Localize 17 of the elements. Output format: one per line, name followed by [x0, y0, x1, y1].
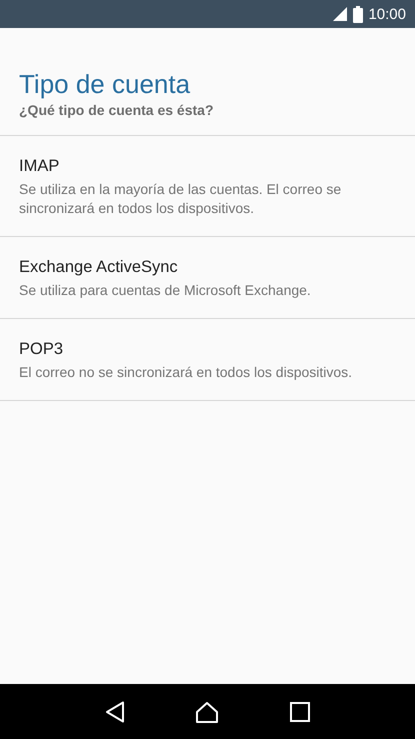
back-icon[interactable] [105, 700, 126, 722]
page-subtitle: ¿Qué tipo de cuenta es ésta? [19, 102, 214, 118]
account-type-option[interactable]: POP3 El correo no se sincronizará en todos los dispositivos. [0, 319, 415, 401]
option-description: El correo no se sincronizará en todos los dispositivos. [19, 363, 354, 382]
recent-apps-icon[interactable] [290, 702, 310, 722]
battery-icon [353, 6, 364, 22]
option-title: IMAP [19, 156, 60, 177]
option-description: Se utiliza en la mayoría de las cuentas. El correo se sincronizará en todos los dispositivos. [19, 180, 342, 218]
home-icon[interactable] [195, 700, 220, 722]
clock: 10:00 [368, 6, 406, 22]
account-type-option[interactable]: Exchange ActiveSync Se utiliza para cuentas de Microsoft Exchange. [0, 237, 415, 319]
page-title: Tipo de cuenta [19, 68, 192, 100]
account-type-option[interactable]: IMAP Se utiliza en la mayoría de las cuentas. El correo se sincronizará en todos los dispositivos. [0, 136, 415, 237]
option-description: Se utiliza para cuentas de Microsoft Exchange. [19, 281, 312, 300]
signal-icon [332, 6, 348, 22]
option-title: Exchange ActiveSync [19, 257, 179, 278]
option-title: POP3 [19, 339, 64, 360]
